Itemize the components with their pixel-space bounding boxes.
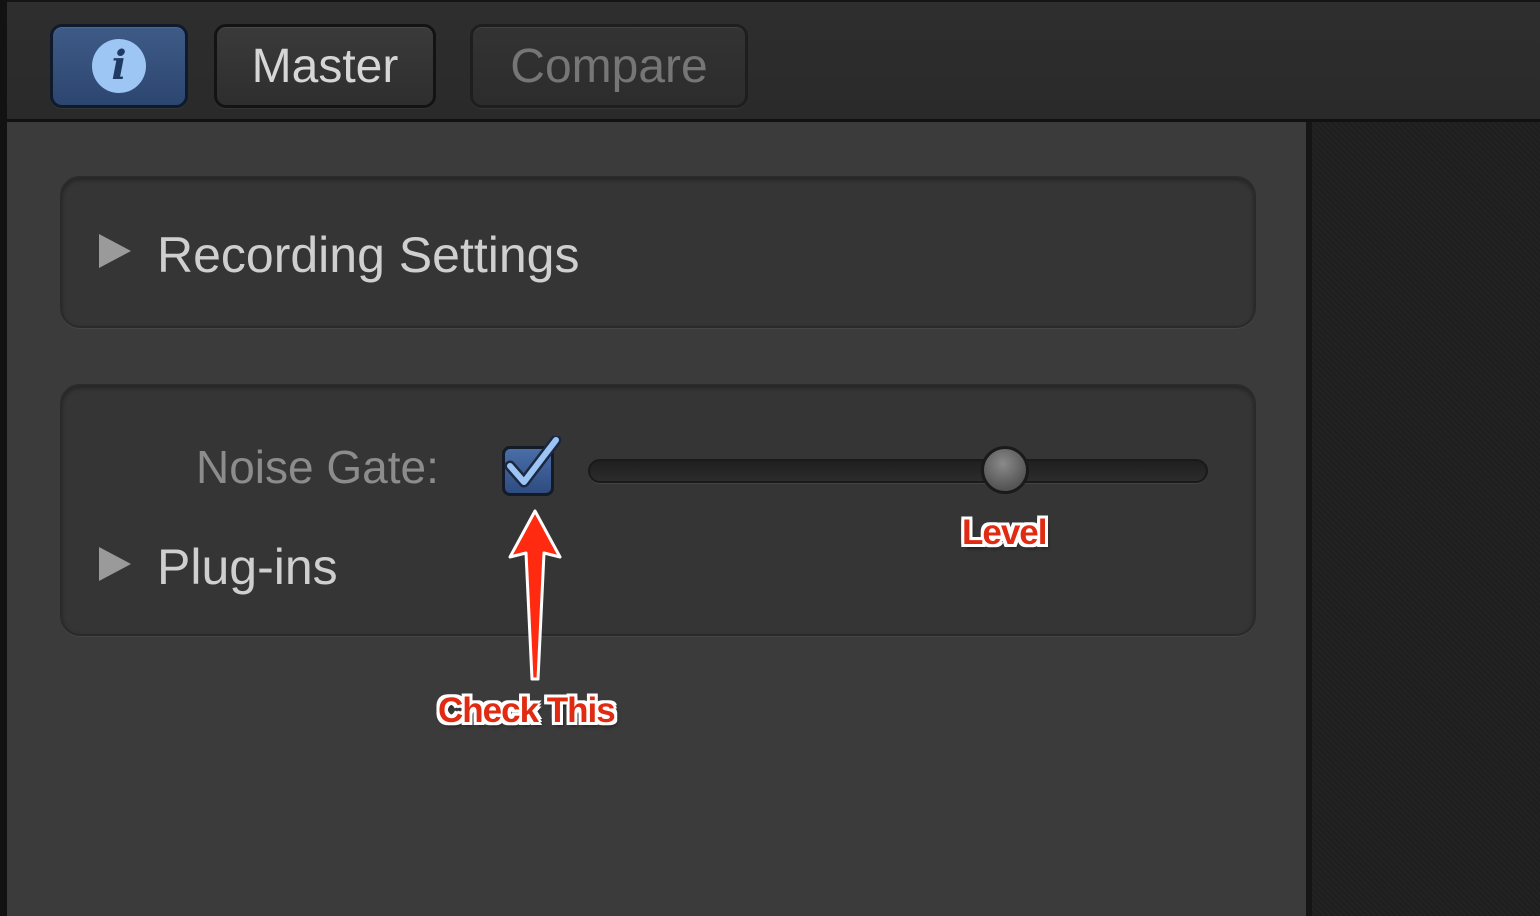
noise-gate-label: Noise Gate: [196, 441, 439, 493]
master-button-label: Master [251, 39, 399, 93]
recording-settings-disclosure-icon[interactable] [99, 234, 131, 268]
noise-gate-group [60, 384, 1256, 636]
content-area [1312, 122, 1540, 916]
info-icon: i [92, 39, 146, 93]
compare-button[interactable]: Compare [470, 24, 748, 108]
arrow-up-icon [508, 509, 562, 681]
level-annotation: Level [962, 513, 1047, 552]
info-button[interactable]: i [50, 24, 188, 108]
recording-settings-label[interactable]: Recording Settings [157, 226, 579, 284]
plugins-disclosure-icon[interactable] [99, 547, 131, 581]
window-edge [0, 0, 7, 916]
compare-button-label: Compare [510, 39, 708, 93]
plugins-label[interactable]: Plug-ins [157, 538, 338, 596]
check-this-annotation: Check This [438, 691, 616, 730]
checkmark-icon [504, 436, 562, 488]
noise-gate-level-slider[interactable] [588, 459, 1208, 483]
noise-gate-level-thumb[interactable] [981, 446, 1030, 494]
master-button[interactable]: Master [214, 24, 436, 108]
